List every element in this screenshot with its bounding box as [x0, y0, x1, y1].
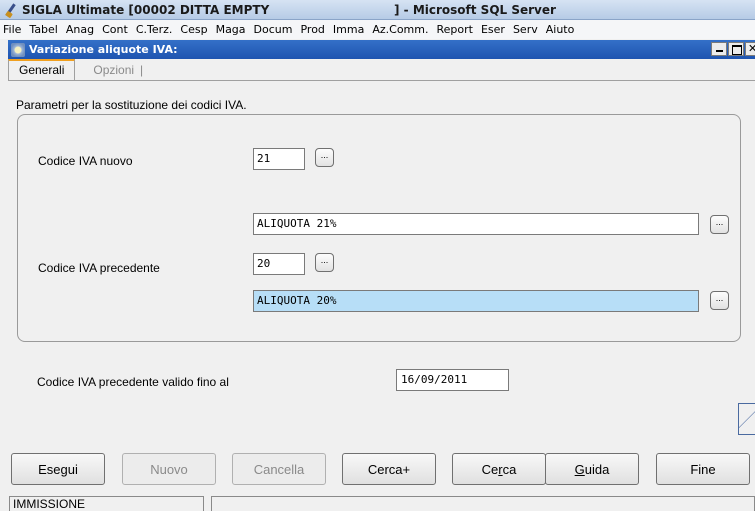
app-logo-icon: [4, 3, 18, 17]
tab-bar: Generali Opzioni |: [8, 59, 755, 80]
status-message: [211, 496, 755, 511]
nuovo-button[interactable]: Nuovo: [122, 453, 216, 485]
menu-cesp[interactable]: Cesp: [180, 23, 207, 36]
esegui-button[interactable]: Esegui: [11, 453, 105, 485]
guida-label-mnemonic: G: [574, 461, 585, 477]
maximize-icon[interactable]: [728, 42, 744, 56]
cerca-plus-label: Cerca+: [367, 461, 411, 477]
new-code-lookup-button[interactable]: ...: [315, 148, 334, 167]
prev-code-desc-lookup-button[interactable]: ...: [710, 291, 729, 310]
prev-code-description[interactable]: ALIQUOTA 20%: [253, 290, 699, 312]
prev-code-label: Codice IVA precedente: [38, 261, 160, 275]
form-title: Variazione aliquote IVA:: [29, 43, 178, 56]
cerca-label-part2: ca: [502, 461, 517, 477]
cancella-button[interactable]: Cancella: [232, 453, 326, 485]
cerca-button[interactable]: Cerca: [452, 453, 546, 485]
app-title: SIGLA Ultimate [00002 DITTA EMPTY: [22, 2, 270, 17]
cerca-label: Cerca: [482, 462, 517, 477]
guida-label: Guida: [575, 462, 610, 477]
menu-docum[interactable]: Docum: [254, 23, 293, 36]
new-code-label: Codice IVA nuovo: [38, 154, 133, 168]
form-icon: [11, 42, 25, 57]
status-bar: IMMISSIONE: [0, 496, 755, 511]
valid-until-date-input[interactable]: 16/09/2011: [396, 369, 509, 391]
status-mode: IMMISSIONE: [9, 496, 204, 511]
menu-anag[interactable]: Anag: [66, 23, 94, 36]
menu-prod[interactable]: Prod: [300, 23, 324, 36]
menu-tabel[interactable]: Tabel: [29, 23, 57, 36]
tab-opzioni[interactable]: Opzioni: [75, 61, 140, 80]
form-title-bar[interactable]: Variazione aliquote IVA:: [8, 40, 755, 59]
menu-aiuto[interactable]: Aiuto: [546, 23, 575, 36]
menu-maga[interactable]: Maga: [216, 23, 246, 36]
app-title-bar[interactable]: SIGLA Ultimate [00002 DITTA EMPTY ] - Mi…: [0, 0, 755, 20]
new-code-desc-lookup-button[interactable]: ...: [710, 215, 729, 234]
section-label: Parametri per la sostituzione dei codici…: [16, 98, 247, 112]
menu-serv[interactable]: Serv: [513, 23, 538, 36]
prev-code-input[interactable]: 20: [253, 253, 305, 275]
cancella-label: Cancella: [253, 461, 305, 477]
nuovo-label: Nuovo: [150, 461, 188, 477]
valid-until-label: Codice IVA precedente valido fino al: [37, 375, 229, 389]
resize-grip-icon[interactable]: [738, 403, 755, 435]
tab-generali[interactable]: Generali: [8, 59, 76, 80]
close-icon[interactable]: [745, 42, 755, 56]
new-code-input[interactable]: 21: [253, 148, 305, 170]
menu-azcomm[interactable]: Az.Comm.: [372, 23, 428, 36]
tab-separator: |: [140, 63, 144, 77]
menu-cont[interactable]: Cont: [102, 23, 128, 36]
menu-file[interactable]: File: [3, 23, 21, 36]
cerca-label-part1: Ce: [481, 461, 499, 477]
menu-imma[interactable]: Imma: [333, 23, 364, 36]
cerca-plus-button[interactable]: Cerca+: [342, 453, 436, 485]
window-controls: [711, 42, 755, 56]
guida-button[interactable]: Guida: [545, 453, 639, 485]
new-code-description[interactable]: ALIQUOTA 21%: [253, 213, 699, 235]
fine-label: Fine: [690, 461, 716, 477]
menu-bar: File Tabel Anag Cont C.Terz. Cesp Maga D…: [0, 20, 755, 39]
guida-label-part: uida: [584, 461, 610, 477]
menu-report[interactable]: Report: [436, 23, 472, 36]
menu-eser[interactable]: Eser: [481, 23, 505, 36]
action-button-row: Esegui Nuovo Cancella Cerca+ Cerca Guida…: [0, 436, 755, 485]
menu-cterz[interactable]: C.Terz.: [136, 23, 173, 36]
minimize-icon[interactable]: [711, 42, 727, 56]
esegui-label: Esegui: [38, 461, 78, 477]
prev-code-lookup-button[interactable]: ...: [315, 253, 334, 272]
fine-button[interactable]: Fine: [656, 453, 750, 485]
app-title-suffix: ] - Microsoft SQL Server: [394, 2, 556, 17]
